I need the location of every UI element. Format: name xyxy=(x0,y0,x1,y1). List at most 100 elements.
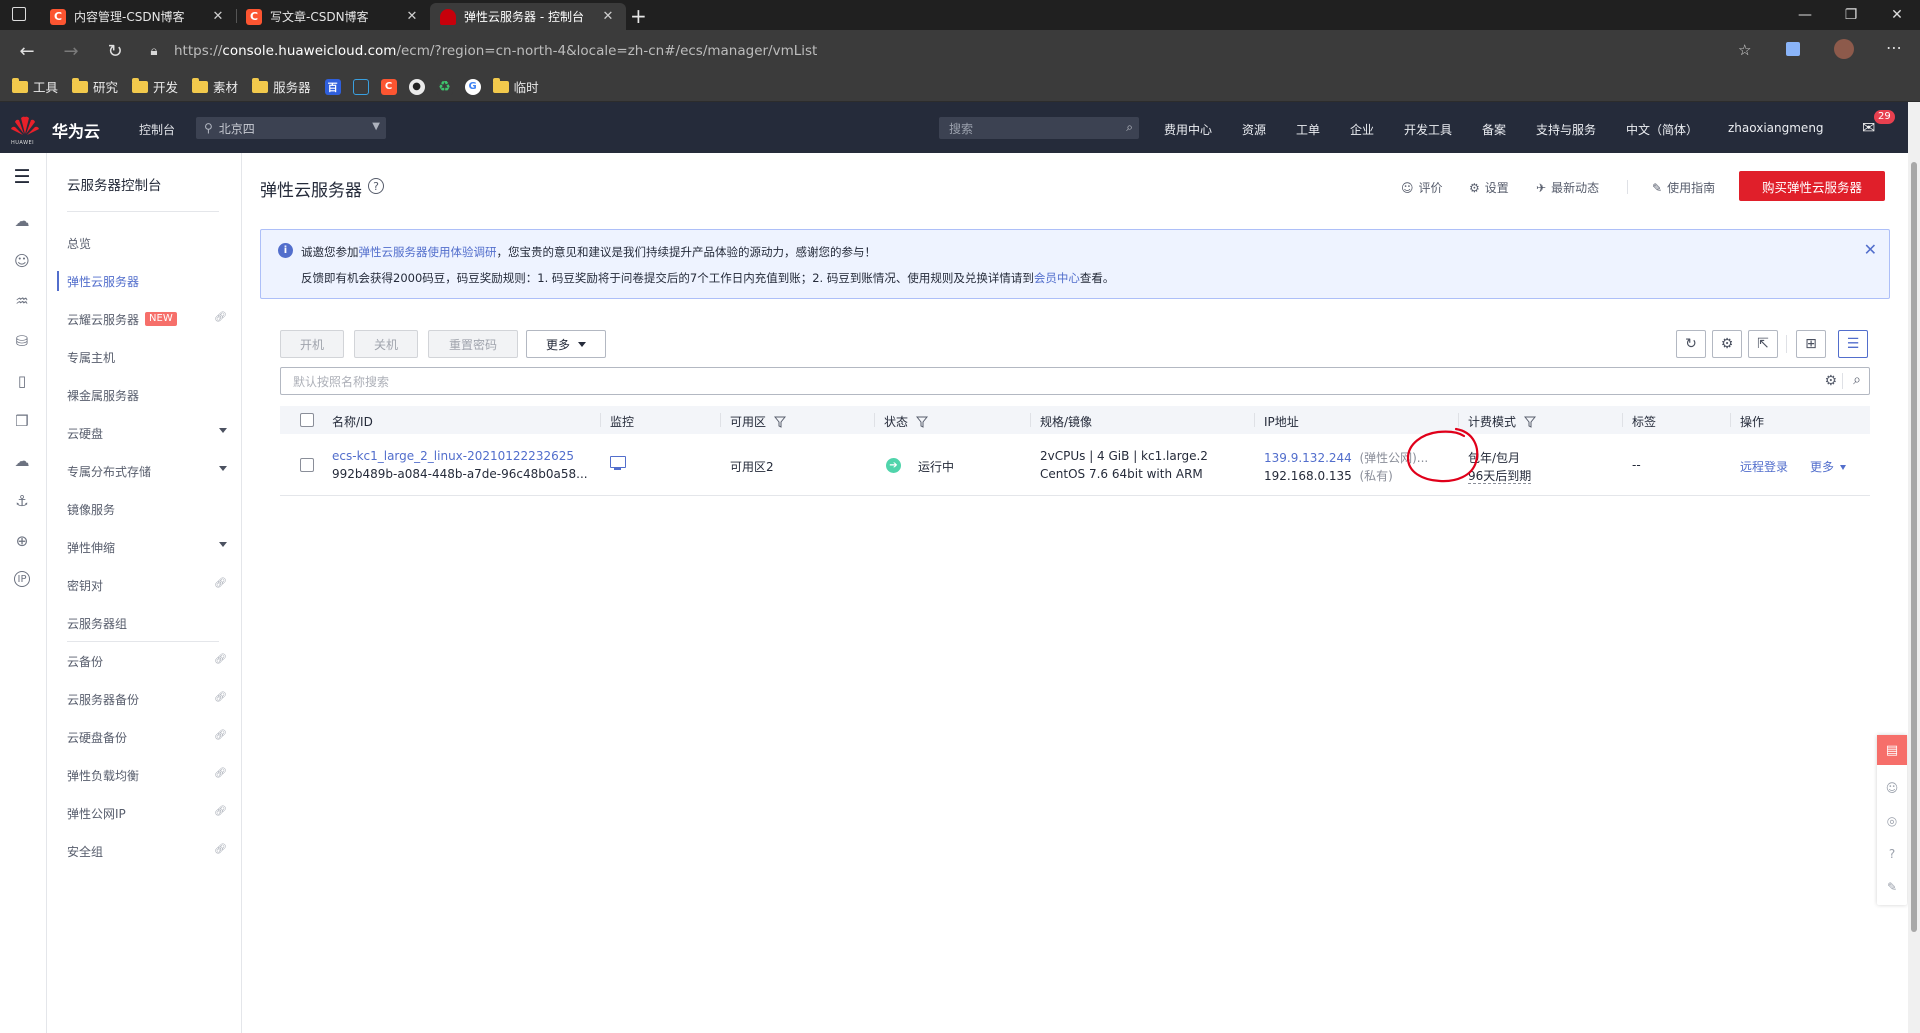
region-select[interactable]: ⚲ 北京四 ▼ xyxy=(196,117,386,139)
close-icon[interactable]: ✕ xyxy=(210,9,226,24)
filter-icon[interactable] xyxy=(916,416,929,428)
side-item-disk-backup[interactable]: 云硬盘备份 🔗︎ xyxy=(67,727,227,747)
cloud-storage-icon[interactable]: ⛁ xyxy=(12,331,32,351)
user-group-icon[interactable]: ☺ xyxy=(12,251,32,271)
col-status[interactable]: 状态 xyxy=(884,413,929,430)
table-row[interactable]: ecs-kc1_large_2_linux-20210122232625 992… xyxy=(280,427,1870,496)
side-item-keypair[interactable]: 密钥对 🔗︎ xyxy=(67,575,227,595)
buy-ecs-button[interactable]: 购买弹性云服务器 xyxy=(1739,171,1885,201)
forward-icon[interactable]: → xyxy=(56,36,86,66)
profile-avatar[interactable] xyxy=(1834,39,1854,59)
minimize-icon[interactable]: — xyxy=(1782,0,1828,30)
side-item-cbr[interactable]: 云备份 🔗︎ xyxy=(67,651,227,671)
row-more-dropdown[interactable]: 更多 xyxy=(1810,458,1847,475)
csdn-icon[interactable]: C xyxy=(380,78,397,95)
settings-button[interactable]: ⚙ 设置 xyxy=(1469,179,1509,196)
reset-password-button[interactable]: 重置密码 xyxy=(428,330,518,358)
close-icon[interactable]: ✕ xyxy=(600,9,616,24)
search-icon[interactable]: ⌕ xyxy=(1126,120,1133,135)
tab-actions-icon[interactable] xyxy=(12,7,26,21)
side-item-as[interactable]: 弹性伸缩 xyxy=(67,537,227,557)
start-button[interactable]: 开机 xyxy=(280,330,344,358)
grid-view-icon[interactable]: ⊞ xyxy=(1796,330,1826,358)
survey-link[interactable]: 弹性云服务器使用体验调研 xyxy=(359,245,497,259)
globe-icon[interactable]: ⊕ xyxy=(12,531,32,551)
new-tab-icon[interactable]: + xyxy=(630,4,647,28)
cloud-server-icon[interactable]: ☁ xyxy=(12,211,32,231)
settings-icon[interactable]: ⚙ xyxy=(1824,373,1837,389)
side-item-ecs[interactable]: 弹性云服务器 xyxy=(67,271,227,291)
side-item-dss[interactable]: 专属分布式存储 xyxy=(67,461,227,481)
nav-tickets[interactable]: 工单 xyxy=(1296,121,1320,138)
close-icon[interactable]: ✕ xyxy=(1864,240,1877,259)
database-icon[interactable]: ♒ xyxy=(12,291,32,311)
side-item-bms[interactable]: 裸金属服务器 xyxy=(67,385,227,405)
refresh-icon[interactable]: ↻ xyxy=(1676,330,1706,358)
question-icon[interactable]: ? xyxy=(1884,846,1900,862)
list-view-icon[interactable]: ☰ xyxy=(1838,330,1868,358)
page-scrollbar[interactable] xyxy=(1908,102,1920,1033)
side-item-hecs[interactable]: 云耀云服务器 NEW 🔗︎ xyxy=(67,309,227,329)
search-filter-input[interactable]: 默认按照名称搜索 ⚙ ⌕ xyxy=(280,367,1870,395)
row-checkbox[interactable] xyxy=(300,458,314,472)
favorite-star-icon[interactable]: ☆ xyxy=(1738,41,1751,59)
github-icon[interactable]: ● xyxy=(408,78,425,95)
member-center-link[interactable]: 会员中心 xyxy=(1034,271,1080,285)
side-item-ims[interactable]: 镜像服务 xyxy=(67,499,227,519)
bookmark-folder-material[interactable]: 素材 xyxy=(192,77,238,96)
nav-enterprise[interactable]: 企业 xyxy=(1350,121,1374,138)
bookmark-folder-research[interactable]: 研究 xyxy=(72,77,118,96)
back-icon[interactable]: ← xyxy=(12,36,42,66)
browser-tab-ecs-console[interactable]: 弹性云服务器 - 控制台 ✕ xyxy=(430,3,626,30)
huawei-logo-icon[interactable] xyxy=(10,114,40,142)
backup-icon[interactable]: ❒ xyxy=(12,411,32,431)
close-icon[interactable]: ✕ xyxy=(404,9,420,24)
browser-tab-csdn-content[interactable]: C 内容管理-CSDN博客 ✕ xyxy=(40,3,236,30)
nav-support[interactable]: 支持与服务 xyxy=(1536,121,1596,138)
side-item-server-backup[interactable]: 云服务器备份 🔗︎ xyxy=(67,689,227,709)
nav-username[interactable]: zhaoxiangmeng xyxy=(1728,121,1824,135)
window-close-icon[interactable]: ✕ xyxy=(1874,0,1920,30)
cloud-network-icon[interactable]: ☁ xyxy=(12,451,32,471)
monitor-icon[interactable] xyxy=(610,456,626,470)
latest-news-button[interactable]: ✈ 最新动态 xyxy=(1536,179,1599,196)
nav-language[interactable]: 中文（简体） xyxy=(1626,121,1698,138)
public-ip-link[interactable]: 139.9.132.244 xyxy=(1264,451,1352,465)
side-item-evs[interactable]: 云硬盘 xyxy=(67,423,227,443)
brand-name[interactable]: 华为云 xyxy=(52,118,100,142)
bookmark-folder-temp[interactable]: 临时 xyxy=(492,77,539,96)
side-item-eip[interactable]: 弹性公网IP 🔗︎ xyxy=(67,803,227,823)
stop-button[interactable]: 关机 xyxy=(354,330,418,358)
user-guide-button[interactable]: ✎ 使用指南 xyxy=(1652,179,1715,196)
rate-button[interactable]: ☺ 评价 xyxy=(1401,179,1443,196)
leaf-icon[interactable]: ♻ xyxy=(436,78,453,95)
reload-icon[interactable]: ↻ xyxy=(100,36,130,66)
google-icon[interactable]: G xyxy=(464,78,481,95)
nav-billing-center[interactable]: 费用中心 xyxy=(1164,121,1212,138)
hamburger-menu-icon[interactable]: ☰ xyxy=(12,166,32,188)
more-actions-dropdown[interactable]: 更多 xyxy=(526,330,606,358)
menu-icon[interactable]: ⋯ xyxy=(1886,38,1902,57)
restore-icon[interactable]: ❐ xyxy=(1828,0,1874,30)
edit-icon[interactable]: ✎ xyxy=(1884,879,1900,895)
bookmark-folder-tools[interactable]: 工具 xyxy=(12,77,58,96)
instance-name-link[interactable]: ecs-kc1_large_2_linux-20210122232625 xyxy=(332,449,574,463)
help-icon[interactable]: ? xyxy=(368,178,384,194)
console-link[interactable]: 控制台 xyxy=(139,121,175,138)
ip-icon[interactable]: IP xyxy=(14,571,30,587)
feedback-chat-icon[interactable]: ▤ xyxy=(1877,735,1907,765)
side-item-dedicated-host[interactable]: 专属主机 xyxy=(67,347,227,367)
document-icon[interactable]: ▯ xyxy=(12,371,32,391)
gear-icon[interactable]: ⚙ xyxy=(1712,330,1742,358)
remote-login-link[interactable]: 远程登录 xyxy=(1740,458,1788,475)
bilibili-icon[interactable] xyxy=(352,78,369,95)
nav-resources[interactable]: 资源 xyxy=(1242,121,1266,138)
baidu-icon[interactable]: 百 xyxy=(324,78,341,95)
url-field[interactable]: 🔒︎ https://console.huaweicloud.com/ecm/?… xyxy=(144,35,1764,67)
side-item-security-group[interactable]: 安全组 🔗︎ xyxy=(67,841,227,861)
mail-icon[interactable]: ✉ xyxy=(1862,118,1875,137)
side-item-overview[interactable]: 总览 xyxy=(67,233,227,253)
nav-icp-filing[interactable]: 备案 xyxy=(1482,121,1506,138)
side-item-elb[interactable]: 弹性负载均衡 🔗︎ xyxy=(67,765,227,785)
console-search-input[interactable]: 搜索 ⌕ xyxy=(939,117,1139,139)
